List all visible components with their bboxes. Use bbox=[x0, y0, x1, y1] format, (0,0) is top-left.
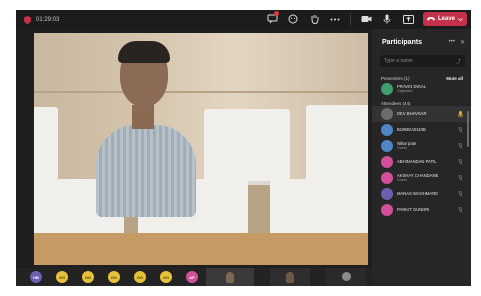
share-invite-icon[interactable]: ⤴ bbox=[456, 58, 461, 65]
mic-muted-icon bbox=[457, 206, 463, 214]
speaker-hair bbox=[118, 41, 170, 63]
main-video-feed[interactable] bbox=[34, 33, 368, 265]
video-thumbnail[interactable] bbox=[326, 268, 366, 286]
participants-panel: Participants ••• ✕ Type a name ⤴ Present… bbox=[372, 29, 471, 286]
video-thumbnail[interactable] bbox=[270, 268, 310, 286]
mic-active-icon bbox=[457, 110, 463, 117]
presenters-heading: Presenters (1) bbox=[381, 76, 410, 81]
phone-hangup-icon bbox=[426, 17, 435, 21]
avatar bbox=[381, 108, 393, 120]
mic-muted-icon bbox=[457, 158, 463, 166]
strip-avatar[interactable]: GG bbox=[160, 271, 172, 283]
participant-row[interactable]: DEV BHAVSAR bbox=[372, 106, 471, 122]
attendees-heading: Attendees (44) bbox=[381, 101, 411, 106]
mic-muted-icon bbox=[457, 142, 463, 150]
leave-button-label: Leave bbox=[437, 16, 455, 22]
chevron-down-icon bbox=[458, 17, 463, 21]
background-chair bbox=[270, 179, 368, 239]
teams-meeting-window: 01:29:03 Leave Participants ••• ✕ Type a… bbox=[16, 10, 471, 286]
desk-surface bbox=[34, 233, 368, 265]
participant-role: Guest bbox=[397, 145, 407, 150]
attendees-list: DEV BHAVSAR B19MGA0110B Nihar pote Guest ABH… bbox=[372, 106, 471, 218]
avatar bbox=[381, 172, 393, 184]
avatar bbox=[381, 124, 393, 136]
participant-role: Organizer bbox=[397, 88, 413, 93]
strip-avatar[interactable]: HB bbox=[30, 271, 42, 283]
participant-row[interactable]: Nihar pote Guest bbox=[372, 138, 471, 154]
raise-hand-icon[interactable] bbox=[308, 13, 320, 25]
speaker-neck bbox=[132, 105, 154, 129]
strip-avatar[interactable]: GG bbox=[108, 271, 120, 283]
participant-name: B19MGA0110B bbox=[397, 126, 426, 132]
status-spacer bbox=[457, 86, 463, 92]
reactions-icon[interactable] bbox=[287, 13, 299, 25]
camera-icon[interactable] bbox=[360, 13, 372, 25]
participant-search-input[interactable]: Type a name ⤴ bbox=[380, 55, 465, 67]
mute-all-button[interactable]: Mute all bbox=[446, 76, 463, 81]
participant-row[interactable]: PANKIT GUNDRI bbox=[372, 202, 471, 218]
strip-avatar[interactable]: AP bbox=[186, 271, 198, 283]
background-chair bbox=[306, 105, 368, 185]
more-options-icon[interactable]: ••• bbox=[449, 39, 455, 46]
speaker-torso bbox=[96, 125, 196, 217]
participant-row[interactable]: B19MGA0110B bbox=[372, 122, 471, 138]
avatar bbox=[381, 188, 393, 200]
presenters-list: PRAVIN DIGAL Organizer bbox=[372, 81, 471, 97]
wall-trim bbox=[34, 91, 368, 93]
mic-icon[interactable] bbox=[381, 13, 393, 25]
mic-muted-icon bbox=[457, 174, 463, 182]
participant-name: PANKIT GUNDRI bbox=[397, 206, 430, 212]
participant-role: Guest bbox=[397, 177, 407, 182]
strip-avatar[interactable]: GG bbox=[134, 271, 146, 283]
search-placeholder: Type a name bbox=[384, 58, 413, 64]
participant-strip: HB GG GG GG GG GG AP bbox=[16, 268, 372, 286]
participant-row[interactable]: AKSHAY CHANDANE Guest bbox=[372, 170, 471, 186]
participant-name: DEV BHAVSAR bbox=[397, 110, 427, 116]
participant-name: ABHINANDAN PATIL bbox=[397, 158, 437, 164]
close-icon[interactable]: ✕ bbox=[460, 39, 465, 46]
strip-avatar[interactable]: GG bbox=[56, 271, 68, 283]
participants-title: Participants bbox=[382, 39, 423, 46]
chat-icon[interactable] bbox=[266, 11, 279, 25]
video-thumbnail[interactable] bbox=[206, 268, 254, 286]
participant-row[interactable]: MANAS WAGHMARE bbox=[372, 186, 471, 202]
participant-name: MANAS WAGHMARE bbox=[397, 190, 439, 196]
share-icon[interactable] bbox=[402, 13, 414, 25]
participant-row[interactable]: PRAVIN DIGAL Organizer bbox=[372, 81, 471, 97]
mic-muted-icon bbox=[457, 126, 463, 134]
background-chair bbox=[34, 107, 58, 185]
notification-dot-icon bbox=[274, 11, 279, 16]
shield-icon bbox=[24, 11, 31, 29]
avatar bbox=[381, 204, 393, 216]
meeting-timer: 01:29:03 bbox=[36, 16, 60, 23]
more-icon[interactable] bbox=[329, 13, 341, 25]
mic-muted-icon bbox=[457, 190, 463, 198]
participant-row[interactable]: ABHINANDAN PATIL bbox=[372, 154, 471, 170]
leave-button[interactable]: Leave bbox=[423, 12, 467, 26]
avatar bbox=[381, 83, 393, 95]
panel-scrollbar[interactable] bbox=[467, 111, 469, 147]
strip-avatar[interactable]: GG bbox=[82, 271, 94, 283]
background-chair bbox=[204, 109, 290, 185]
toolbar-divider bbox=[350, 13, 351, 25]
meeting-toolbar: 01:29:03 Leave bbox=[16, 10, 471, 29]
avatar bbox=[381, 156, 393, 168]
avatar bbox=[381, 140, 393, 152]
